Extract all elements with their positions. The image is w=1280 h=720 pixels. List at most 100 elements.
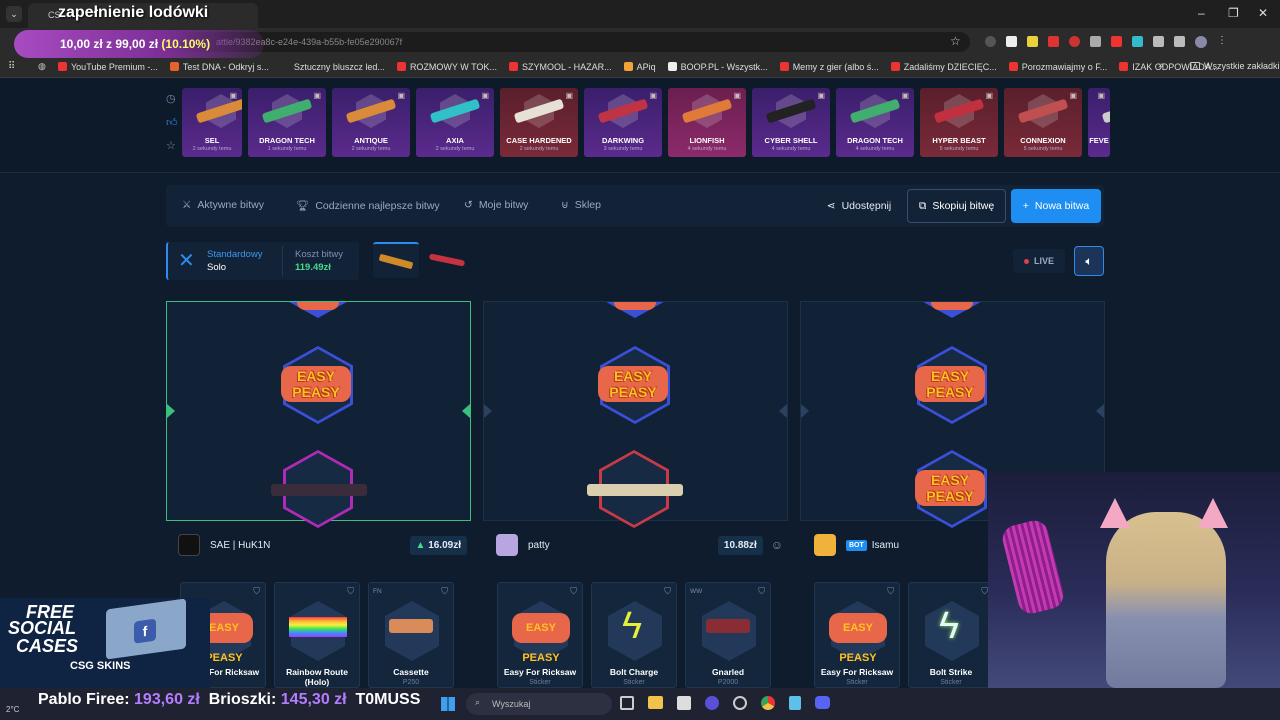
nav-daily-best[interactable]: 🏆︎ Codzienne najlepsze bitwy bbox=[296, 199, 440, 213]
task-view-icon[interactable] bbox=[620, 696, 634, 710]
case-thumb[interactable] bbox=[424, 242, 470, 278]
apps-icon[interactable]: ⠿ bbox=[8, 61, 15, 72]
shield-check-icon[interactable]: ⛉ bbox=[441, 586, 448, 597]
recent-case-card[interactable]: ▣ DRAGON TECH 4 sekundy temu bbox=[836, 88, 914, 157]
item-card[interactable]: ϟ ⛉ Bolt Charge Sticker bbox=[591, 582, 677, 688]
puzzle-icon[interactable] bbox=[1153, 36, 1164, 47]
share-button[interactable]: ⋖ Udostępnij bbox=[822, 191, 896, 221]
shield-check-icon[interactable]: ⛉ bbox=[981, 586, 988, 597]
recent-case-card[interactable]: ▣ AXIA 2 sekundy temu bbox=[416, 88, 494, 157]
case-name: LIONFISH bbox=[689, 136, 725, 145]
discord-icon[interactable] bbox=[815, 696, 830, 709]
recent-case-card[interactable]: ▣ FEVE bbox=[1088, 88, 1110, 157]
bookmarks-overflow-icon[interactable]: » bbox=[1158, 60, 1164, 71]
bookmark-item[interactable]: Sztuczny bluszcz led... bbox=[280, 62, 385, 72]
windows-start-icon[interactable] bbox=[441, 697, 455, 711]
shield-check-icon[interactable]: ⛉ bbox=[347, 586, 354, 597]
reel-sticker-partial bbox=[283, 302, 353, 318]
case-icon: ▣ bbox=[817, 91, 825, 100]
media-icon[interactable] bbox=[1174, 36, 1185, 47]
all-bookmarks[interactable]: Wszystkie zakładki bbox=[1190, 61, 1280, 71]
case-thumb[interactable] bbox=[373, 242, 419, 278]
chrome-icon[interactable] bbox=[761, 696, 775, 710]
shield-check-icon[interactable]: ⛉ bbox=[253, 586, 260, 597]
bookmark-star-icon[interactable]: ☆ bbox=[950, 34, 961, 48]
recent-case-card[interactable]: ▣ HYPER BEAST 5 sekundy temu bbox=[920, 88, 998, 157]
live-badge[interactable]: LIVE bbox=[1013, 249, 1065, 273]
bookmark-item[interactable]: APiq bbox=[623, 62, 656, 72]
file-explorer-icon[interactable] bbox=[648, 696, 663, 709]
globe-icon[interactable]: ◍ bbox=[38, 61, 46, 72]
recent-case-card[interactable]: ▣ CYBER SHELL 4 sekundy temu bbox=[752, 88, 830, 157]
recent-case-card[interactable]: ▣ LIONFISH 4 sekundy temu bbox=[668, 88, 746, 157]
bookmark-item[interactable]: Porozmawiajmy o F... bbox=[1008, 62, 1107, 72]
recent-case-card[interactable]: ▣ DARKWING 3 sekundy temu bbox=[584, 88, 662, 157]
extension-icon[interactable] bbox=[1090, 36, 1101, 47]
bookmark-item[interactable]: BOOP.PL - Wszystk... bbox=[667, 62, 768, 72]
shield-check-icon[interactable]: ⛉ bbox=[887, 586, 894, 597]
item-card[interactable]: ⛉ Rainbow Route (Holo) bbox=[274, 582, 360, 688]
case-name: SEL bbox=[204, 136, 220, 145]
recent-case-card[interactable]: ▣ CONNEXION 5 sekundy temu bbox=[1004, 88, 1082, 157]
thumbs-up-icon[interactable]: 👍︎ bbox=[166, 116, 178, 129]
item-card[interactable]: ⛉ WW Gnarled P2000 bbox=[685, 582, 771, 688]
reel-pointer-right bbox=[779, 404, 787, 418]
nav-active-battles[interactable]: ⚔ Aktywne bitwy bbox=[182, 199, 264, 211]
shield-check-icon[interactable]: ⛉ bbox=[570, 586, 577, 597]
app-icon[interactable] bbox=[733, 696, 747, 710]
bookmark-item[interactable]: SZYMOOL - HAZAR... bbox=[508, 62, 612, 72]
player-name[interactable]: patty bbox=[528, 540, 550, 551]
recent-case-card[interactable]: ▣ CASE HARDENED 2 sekundy temu bbox=[500, 88, 578, 157]
nav-my-battles[interactable]: ↺ Moje bitwy bbox=[464, 199, 528, 211]
case-name: CASE HARDENED bbox=[506, 136, 572, 145]
extension-icon[interactable] bbox=[1069, 36, 1080, 47]
notepad-icon[interactable] bbox=[789, 696, 801, 710]
extension-icon[interactable] bbox=[1027, 36, 1038, 47]
extension-icon[interactable] bbox=[1048, 36, 1059, 47]
recent-case-card[interactable]: ▣ ANTIQUE 2 sekundy temu bbox=[332, 88, 410, 157]
clock-icon[interactable]: ◷ bbox=[166, 92, 176, 105]
bookmark-item[interactable]: ROZMOWY W TOK... bbox=[396, 62, 497, 72]
bookmark-item[interactable]: Zadaliśmy DZIECIĘC... bbox=[890, 62, 997, 72]
player-name[interactable]: Isamu bbox=[872, 540, 899, 551]
extension-icon[interactable] bbox=[1006, 36, 1017, 47]
case-name: HYPER BEAST bbox=[932, 136, 986, 145]
microphone bbox=[999, 517, 1067, 617]
star-icon[interactable]: ☆ bbox=[166, 139, 176, 152]
store-icon[interactable] bbox=[677, 696, 691, 710]
shield-check-icon[interactable]: ⛉ bbox=[758, 586, 765, 597]
avatar[interactable] bbox=[178, 534, 200, 556]
speaker-icon: 🔈︎ bbox=[1085, 253, 1093, 268]
avatar[interactable] bbox=[814, 534, 836, 556]
new-battle-button[interactable]: + Nowa bitwa bbox=[1011, 189, 1101, 223]
player-name[interactable]: SAE | HuK1N bbox=[210, 540, 270, 551]
avatar[interactable] bbox=[496, 534, 518, 556]
bookmark-item[interactable]: YouTube Premium -... bbox=[58, 62, 158, 72]
nav-shop[interactable]: ⊍ Sklep bbox=[561, 199, 601, 211]
smiley-icon[interactable]: ☺ bbox=[771, 538, 783, 552]
extension-icon[interactable] bbox=[1132, 36, 1143, 47]
item-card[interactable]: EASY PEASY ⛉ Easy For Ricksaw Sticker bbox=[497, 582, 583, 688]
item-card[interactable]: ⛉ FN Cassette P250 bbox=[368, 582, 454, 688]
bookmark-item[interactable]: Memy z gier (albo ś... bbox=[779, 62, 879, 72]
sound-toggle-button[interactable]: 🔈︎ bbox=[1074, 246, 1104, 276]
recent-case-card[interactable]: ▣ DRAGON TECH 1 sekundy temu bbox=[248, 88, 326, 157]
close-window-icon[interactable]: ✕ bbox=[1258, 6, 1268, 20]
profile-avatar[interactable] bbox=[1195, 36, 1207, 48]
minimize-icon[interactable]: – bbox=[1198, 6, 1205, 20]
taskbar-search[interactable]: ⌕ Wyszukaj bbox=[466, 693, 612, 715]
shield-check-icon[interactable]: ⛉ bbox=[664, 586, 671, 597]
battle-nav: ⚔ Aktywne bitwy 🏆︎ Codzienne najlepsze bit… bbox=[166, 185, 1104, 227]
case-time: 3 sekundy temu bbox=[603, 146, 643, 152]
tab-search-icon[interactable]: ⌄ bbox=[6, 6, 22, 22]
item-card[interactable]: ϟ ⛉ Bolt Strike Sticker bbox=[908, 582, 994, 688]
recent-case-card[interactable]: ▣ SEL 2 sekundy temu bbox=[182, 88, 242, 157]
extension-icon[interactable] bbox=[985, 36, 996, 47]
bookmark-item[interactable]: Test DNA - Odkryj s... bbox=[169, 62, 269, 72]
maximize-icon[interactable]: ❐ bbox=[1228, 6, 1239, 20]
copy-battle-button[interactable]: ⧉ Skopiuj bitwę bbox=[907, 189, 1006, 223]
app-icon[interactable] bbox=[705, 696, 719, 710]
extension-icon[interactable] bbox=[1111, 36, 1122, 47]
item-card[interactable]: EASY PEASY ⛉ Easy For Ricksaw Sticker bbox=[814, 582, 900, 688]
menu-dots-icon[interactable]: ⋮ bbox=[1217, 36, 1227, 48]
